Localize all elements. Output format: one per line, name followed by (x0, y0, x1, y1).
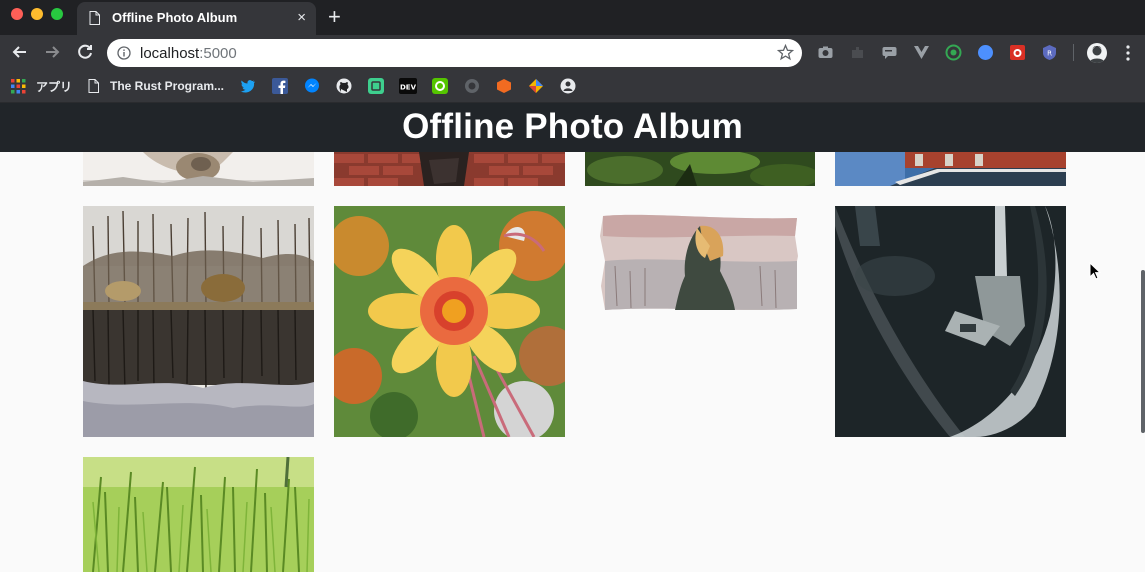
profile-icon (1089, 46, 1105, 63)
maximize-window-button[interactable] (51, 8, 63, 20)
svg-text:DEV: DEV (400, 84, 417, 92)
diamond-icon[interactable] (528, 77, 544, 95)
photo-turntable[interactable] (835, 206, 1066, 437)
bookmarks-bar: アプリ The Rust Program... DEV (0, 70, 1145, 103)
forward-button[interactable] (41, 41, 63, 63)
messenger-icon[interactable] (304, 77, 320, 95)
box-icon[interactable] (496, 77, 512, 95)
chat-icon[interactable] (881, 44, 898, 61)
bookmark-rust[interactable]: The Rust Program... (88, 77, 224, 95)
photo-top-1-image (83, 152, 314, 186)
app-square-icon[interactable] (368, 77, 384, 95)
photo-lake[interactable] (83, 206, 314, 437)
photo-painting-image (585, 206, 815, 437)
tab-close-button[interactable]: × (297, 9, 306, 26)
mouse-cursor-icon (1089, 262, 1101, 280)
compass-icon[interactable] (977, 44, 994, 61)
shield-icon[interactable]: R (1041, 44, 1058, 61)
photo-top-1[interactable] (83, 152, 314, 186)
profile-circle-icon[interactable] (560, 77, 576, 95)
address-bar[interactable]: localhost:5000 (107, 39, 802, 67)
apps-grid-icon (11, 78, 26, 93)
photo-top-4[interactable] (835, 152, 1066, 186)
url-port: :5000 (199, 45, 237, 62)
photo-top-2-image (334, 152, 565, 186)
svg-text:R: R (1047, 50, 1052, 58)
bookmark-rust-label: The Rust Program... (110, 79, 225, 93)
minimize-window-button[interactable] (31, 8, 43, 20)
browser-toolbar: localhost:5000 R (0, 35, 1145, 70)
photo-top-3-image (585, 152, 815, 186)
twitter-icon[interactable] (240, 77, 256, 95)
photo-flower[interactable] (334, 206, 565, 437)
app-header: Offline Photo Album (0, 103, 1145, 152)
facebook-icon[interactable] (272, 77, 288, 95)
puzzle-icon[interactable] (849, 44, 866, 61)
record-icon[interactable] (464, 77, 480, 95)
close-window-button[interactable] (11, 8, 23, 20)
tab-title: Offline Photo Album (112, 10, 238, 25)
photo-grass[interactable] (83, 457, 314, 572)
document-icon (89, 11, 100, 25)
bookmark-apps-label: アプリ (36, 79, 73, 94)
toolbar-divider (1073, 44, 1074, 61)
bug-icon[interactable] (1009, 44, 1026, 61)
bookmark-star-icon[interactable] (777, 44, 794, 61)
target-icon[interactable] (945, 44, 962, 61)
bookmark-apps[interactable]: アプリ (11, 77, 72, 95)
photo-top-2[interactable] (334, 152, 565, 186)
photo-turntable-image (835, 206, 1066, 437)
menu-icon[interactable] (1125, 44, 1131, 62)
scrollbar-thumb[interactable] (1141, 270, 1145, 433)
vue-icon[interactable] (913, 44, 930, 61)
qiita-icon[interactable] (432, 77, 448, 95)
photo-flower-image (334, 206, 565, 437)
back-button[interactable] (9, 41, 31, 63)
dev-icon[interactable]: DEV (399, 77, 417, 95)
avatar[interactable] (1087, 43, 1107, 63)
reload-button[interactable] (74, 41, 96, 63)
new-tab-button[interactable]: + (328, 4, 341, 30)
photo-top-4-image (835, 152, 1066, 186)
photo-grass-image (83, 457, 314, 572)
url-host: localhost (140, 45, 200, 62)
github-icon[interactable] (336, 77, 352, 95)
photo-lake-image (83, 206, 314, 437)
photo-painting[interactable] (585, 206, 815, 437)
url-text: localhost:5000 (140, 45, 237, 62)
tab-strip: Offline Photo Album × + (0, 0, 1145, 35)
document-icon (88, 79, 99, 93)
info-icon[interactable] (117, 46, 131, 60)
photo-top-3[interactable] (585, 152, 815, 186)
camera-icon[interactable] (817, 44, 834, 61)
page-title: Offline Photo Album (402, 107, 743, 146)
tab-offline-photo-album[interactable]: Offline Photo Album × (77, 2, 316, 35)
